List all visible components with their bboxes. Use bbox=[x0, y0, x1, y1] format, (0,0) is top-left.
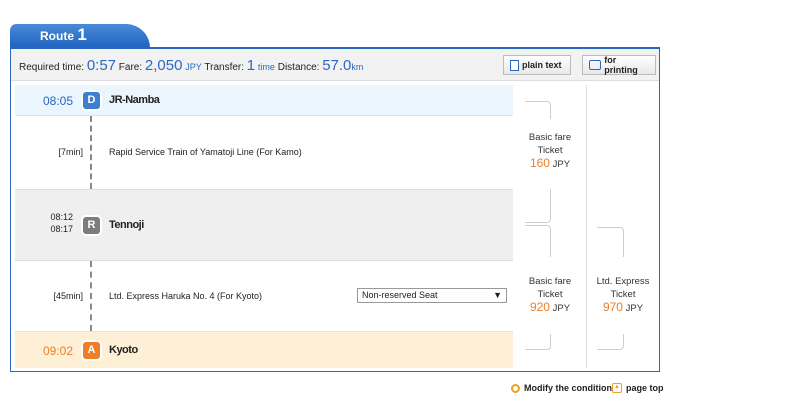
search-icon bbox=[511, 383, 520, 393]
fare-bracket bbox=[525, 225, 551, 257]
page-top-label: page top bbox=[626, 383, 664, 393]
arrival-time: 09:02 bbox=[42, 344, 73, 358]
route-line bbox=[90, 116, 92, 189]
departure-time: 08:17 bbox=[50, 224, 73, 234]
fare-bracket bbox=[525, 101, 551, 119]
fare-ticket: Ticket bbox=[610, 289, 636, 300]
segment-row: [45min] Ltd. Express Haruka No. 4 (For K… bbox=[15, 261, 513, 331]
route-line bbox=[90, 261, 92, 331]
time-label: Required time: bbox=[19, 62, 85, 73]
segment-duration: [7min] bbox=[58, 147, 83, 157]
dropdown-arrow-icon: ▼ bbox=[493, 290, 502, 300]
fare-ticket: Ticket bbox=[537, 289, 563, 300]
modify-condition-link[interactable]: Modify the condition bbox=[511, 383, 612, 393]
transfer-value: 1 bbox=[246, 57, 256, 74]
fare-type: Basic fare bbox=[528, 132, 572, 143]
fare-price: 970 bbox=[602, 300, 623, 314]
fare-value: 2,050 bbox=[144, 57, 183, 74]
fare-bracket bbox=[597, 334, 624, 350]
fare-unit: JPY bbox=[625, 303, 644, 314]
transfer-times: 08:12 08:17 bbox=[21, 211, 73, 235]
transfer-label: Transfer: bbox=[204, 62, 245, 73]
segment-duration: [45min] bbox=[53, 291, 83, 301]
station-row-departure: 08:05 D JR-Namba bbox=[15, 85, 513, 116]
train-name[interactable]: Ltd. Express Haruka No. 4 (For Kyoto) bbox=[109, 291, 262, 301]
fare-ticket: Ticket bbox=[537, 145, 563, 156]
modify-condition-label: Modify the condition bbox=[524, 383, 612, 393]
page-top-link[interactable]: ▲ page top bbox=[612, 383, 664, 393]
fare-price: 920 bbox=[529, 300, 550, 314]
distance-unit: km bbox=[351, 62, 364, 72]
fare-unit: JPY bbox=[185, 62, 202, 72]
route-panel: Required time: 0:57 Fare: 2,050 JPY Tran… bbox=[10, 47, 660, 372]
fare-item: Ltd. Express Ticket 970 JPY bbox=[587, 275, 659, 315]
route-tab[interactable]: Route 1 bbox=[10, 24, 150, 48]
station-name[interactable]: Tennoji bbox=[109, 219, 144, 231]
fare-unit: JPY bbox=[552, 303, 571, 314]
document-icon bbox=[510, 59, 519, 71]
seat-select[interactable]: Non-reserved Seat ▼ bbox=[357, 288, 507, 303]
train-name[interactable]: Rapid Service Train of Yamatoji Line (Fo… bbox=[109, 147, 302, 157]
fare-type: Basic fare bbox=[528, 276, 572, 287]
fare-item: Basic fare Ticket 160 JPY bbox=[514, 131, 586, 171]
fare-bracket bbox=[597, 227, 624, 257]
fare-bracket bbox=[525, 189, 551, 223]
arrival-badge: A bbox=[83, 342, 100, 359]
seat-select-value: Non-reserved Seat bbox=[362, 290, 438, 300]
fare-type: Ltd. Express bbox=[596, 276, 650, 287]
departure-badge: D bbox=[83, 92, 100, 109]
fare-bracket bbox=[525, 334, 551, 350]
station-name[interactable]: Kyoto bbox=[109, 344, 138, 356]
for-printing-label: for printing bbox=[604, 55, 638, 75]
arrow-up-icon: ▲ bbox=[612, 383, 622, 393]
transfer-badge: R bbox=[83, 217, 100, 234]
for-printing-button[interactable]: for printing bbox=[582, 55, 656, 75]
route-number: 1 bbox=[77, 25, 87, 44]
station-row-arrival: 09:02 A Kyoto bbox=[15, 331, 513, 368]
distance-value: 57.0 bbox=[322, 57, 352, 74]
fare-label: Fare: bbox=[118, 62, 143, 73]
fare-unit: JPY bbox=[552, 159, 571, 170]
fare-item: Basic fare Ticket 920 JPY bbox=[514, 275, 586, 315]
plain-text-button[interactable]: plain text bbox=[503, 55, 571, 75]
station-name[interactable]: JR-Namba bbox=[109, 94, 160, 106]
departure-time: 08:05 bbox=[42, 94, 73, 108]
route-label: Route bbox=[40, 29, 74, 43]
transfer-unit: time bbox=[257, 62, 275, 72]
time-value: 0:57 bbox=[86, 57, 117, 74]
fare-price: 160 bbox=[529, 156, 550, 170]
arrival-time: 08:12 bbox=[50, 212, 73, 222]
plain-text-label: plain text bbox=[522, 60, 562, 70]
station-row-transfer: 08:12 08:17 R Tennoji bbox=[15, 189, 513, 261]
distance-label: Distance: bbox=[277, 62, 320, 73]
fare-divider bbox=[586, 85, 587, 368]
segment-row: [7min] Rapid Service Train of Yamatoji L… bbox=[15, 116, 513, 189]
printer-icon bbox=[589, 60, 602, 70]
